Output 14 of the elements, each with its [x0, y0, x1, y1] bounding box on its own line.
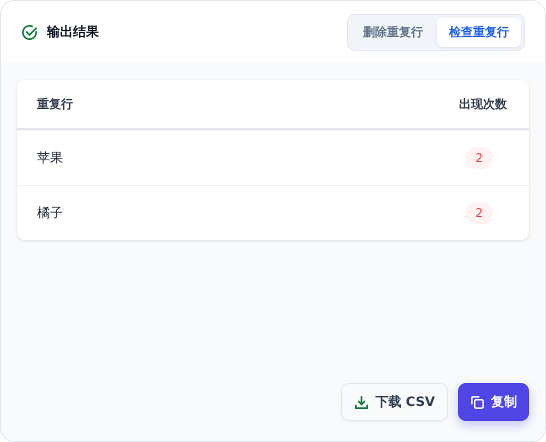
- mode-tab[interactable]: 删除重复行: [351, 18, 435, 46]
- panel-title: 输出结果: [47, 24, 99, 41]
- column-header: 重复行: [37, 96, 73, 112]
- copy-button[interactable]: 复制: [458, 383, 529, 421]
- check-circle-icon: [21, 24, 38, 40]
- copy-icon: [470, 394, 485, 410]
- count-badge: 2: [465, 202, 493, 224]
- count-badge: 2: [465, 147, 493, 169]
- table-cell-text: 苹果: [37, 150, 63, 167]
- download-icon: [354, 394, 370, 410]
- column-header: 出现次数: [459, 96, 507, 112]
- download-button[interactable]: 下载 CSV: [341, 383, 448, 421]
- mode-tab[interactable]: 检查重复行: [437, 18, 521, 46]
- table-cell-text: 橘子: [37, 205, 63, 222]
